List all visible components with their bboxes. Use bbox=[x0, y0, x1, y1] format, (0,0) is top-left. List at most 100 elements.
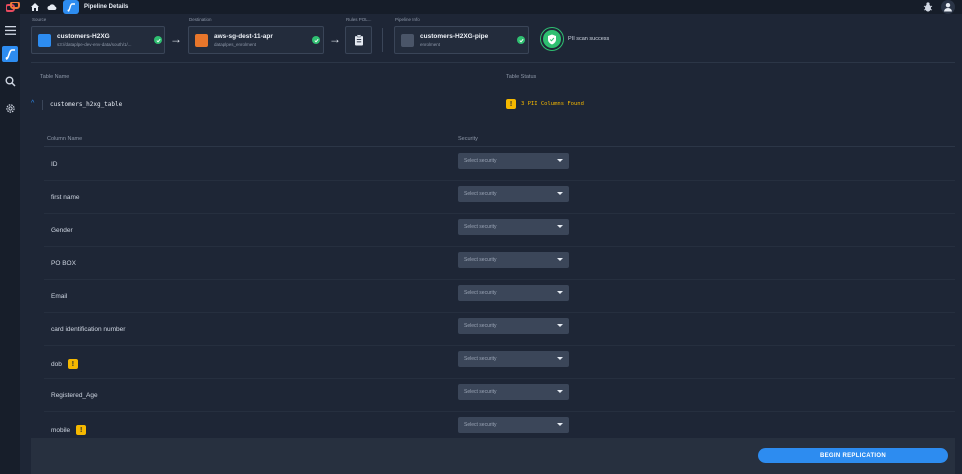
column-name: ID bbox=[51, 161, 58, 168]
caret-down-icon bbox=[557, 159, 563, 162]
divider bbox=[42, 100, 43, 110]
security-select-value: Select security bbox=[464, 323, 497, 329]
column-row: ID Select security bbox=[44, 148, 955, 181]
source-subtitle: s3://dataplpe-dev-env-data/south/1/... bbox=[57, 42, 132, 47]
security-select[interactable]: Select security bbox=[458, 219, 569, 235]
main-content: Source customers-H2XG s3://dataplpe-dev-… bbox=[20, 14, 962, 474]
sidebar-item-pipelines[interactable] bbox=[2, 46, 18, 62]
column-name: PO BOX bbox=[51, 260, 76, 267]
check-icon bbox=[312, 36, 320, 44]
pipeline-info-title: customers-H2XG-pipe bbox=[420, 33, 489, 40]
column-row: PO BOX Select security bbox=[44, 247, 955, 280]
pipeline-settings-icon bbox=[401, 33, 414, 47]
column-name: Registered_Age bbox=[51, 392, 98, 399]
column-row: Registered_Age Select security bbox=[44, 379, 955, 412]
tab-pipeline-details[interactable]: Pipeline Details bbox=[63, 0, 128, 14]
security-select[interactable]: Select security bbox=[458, 186, 569, 202]
rules-node[interactable] bbox=[345, 26, 372, 54]
column-row: Email Select security bbox=[44, 280, 955, 313]
table-row[interactable]: ^ customers_h2xg_table ! 3 PII Columns F… bbox=[31, 96, 955, 116]
bug-icon[interactable] bbox=[922, 1, 934, 13]
pii-scan-status: PII scan success bbox=[568, 36, 610, 42]
column-name-text: dob bbox=[51, 360, 62, 368]
column-name: card identification number bbox=[51, 326, 125, 333]
source-label: Source bbox=[32, 17, 47, 22]
caret-down-icon bbox=[557, 324, 563, 327]
column-name-text: PO BOX bbox=[51, 260, 76, 267]
user-avatar-icon[interactable] bbox=[941, 0, 955, 14]
sidebar bbox=[0, 14, 20, 474]
destination-title: aws-sg-dest-11-apr bbox=[214, 33, 273, 40]
pipeline-flow: Source customers-H2XG s3://dataplpe-dev-… bbox=[31, 16, 951, 62]
table-name: customers_h2xg_table bbox=[50, 101, 123, 108]
security-select[interactable]: Select security bbox=[458, 351, 569, 367]
security-select-value: Select security bbox=[464, 224, 497, 230]
gear-icon bbox=[5, 103, 15, 113]
sidebar-item-menu[interactable] bbox=[2, 22, 18, 38]
column-row: dob! Select security bbox=[44, 346, 955, 379]
column-name-text: Registered_Age bbox=[51, 392, 98, 399]
caret-down-icon bbox=[557, 258, 563, 261]
security-select-value: Select security bbox=[464, 290, 497, 296]
pipeline-icon bbox=[5, 48, 15, 60]
warning-icon: ! bbox=[67, 359, 78, 369]
caret-down-icon bbox=[557, 423, 563, 426]
security-select[interactable]: Select security bbox=[458, 153, 569, 169]
clipboard-icon bbox=[354, 34, 363, 46]
database-icon bbox=[38, 33, 51, 47]
tab-label: Pipeline Details bbox=[84, 4, 129, 10]
security-header: Security bbox=[458, 136, 478, 142]
columns-header: Column Name Security bbox=[44, 135, 955, 147]
security-select-value: Select security bbox=[464, 158, 497, 164]
column-name: mobile! bbox=[51, 425, 87, 435]
column-name-text: Email bbox=[51, 293, 68, 300]
brand-logo-icon[interactable] bbox=[6, 2, 20, 12]
security-select-value: Select security bbox=[464, 191, 497, 197]
destination-label: Destination bbox=[189, 17, 212, 22]
security-select[interactable]: Select security bbox=[458, 252, 569, 268]
pipeline-info-label: Pipeline Info bbox=[395, 17, 420, 22]
table-status: ! 3 PII Columns Found bbox=[506, 99, 584, 109]
caret-down-icon bbox=[557, 291, 563, 294]
arrow-right-icon: → bbox=[329, 32, 341, 46]
column-name: first name bbox=[51, 194, 80, 201]
check-icon bbox=[154, 36, 162, 44]
pipeline-icon bbox=[63, 0, 79, 14]
warning-icon: ! bbox=[76, 425, 87, 435]
caret-down-icon bbox=[557, 390, 563, 393]
column-name-text: mobile bbox=[51, 426, 71, 434]
security-select[interactable]: Select security bbox=[458, 318, 569, 334]
warning-icon: ! bbox=[506, 99, 516, 109]
column-name: dob! bbox=[51, 359, 78, 369]
top-bar: Pipeline Details bbox=[0, 0, 962, 14]
begin-replication-button[interactable]: BEGIN REPLICATION bbox=[758, 448, 948, 463]
caret-down-icon bbox=[557, 225, 563, 228]
security-select-value: Select security bbox=[464, 356, 497, 362]
column-name: Email bbox=[51, 293, 67, 300]
home-icon[interactable] bbox=[30, 2, 40, 12]
column-name: Gender bbox=[51, 227, 73, 234]
sidebar-item-search[interactable] bbox=[2, 73, 18, 89]
column-row: card identification number Select securit… bbox=[44, 313, 955, 346]
rules-label: Rules POL... bbox=[346, 17, 372, 22]
chevron-up-icon[interactable]: ^ bbox=[31, 100, 34, 107]
security-select[interactable]: Select security bbox=[458, 417, 569, 433]
column-name-text: first name bbox=[51, 194, 80, 201]
source-title: customers-H2XG bbox=[57, 33, 110, 40]
pipeline-info-node[interactable]: customers-H2XG-pipe enrolment bbox=[394, 26, 529, 54]
table-name-header: Table Name bbox=[40, 74, 70, 80]
column-name-header: Column Name bbox=[47, 136, 83, 142]
sidebar-item-settings[interactable] bbox=[2, 100, 18, 116]
security-select[interactable]: Select security bbox=[458, 384, 569, 400]
column-name-text: Gender bbox=[51, 227, 73, 234]
pipeline-info-subtitle: enrolment bbox=[420, 42, 441, 47]
source-node[interactable]: customers-H2XG s3://dataplpe-dev-env-dat… bbox=[31, 26, 165, 54]
check-icon bbox=[517, 36, 525, 44]
destination-node[interactable]: aws-sg-dest-11-apr dataplpes_enrolment bbox=[188, 26, 324, 54]
divider bbox=[382, 28, 383, 52]
column-name-text: card identification number bbox=[51, 326, 126, 333]
security-select-value: Select security bbox=[464, 257, 497, 263]
column-name-text: ID bbox=[51, 161, 58, 168]
security-select[interactable]: Select security bbox=[458, 285, 569, 301]
cloud-icon[interactable] bbox=[47, 3, 57, 11]
